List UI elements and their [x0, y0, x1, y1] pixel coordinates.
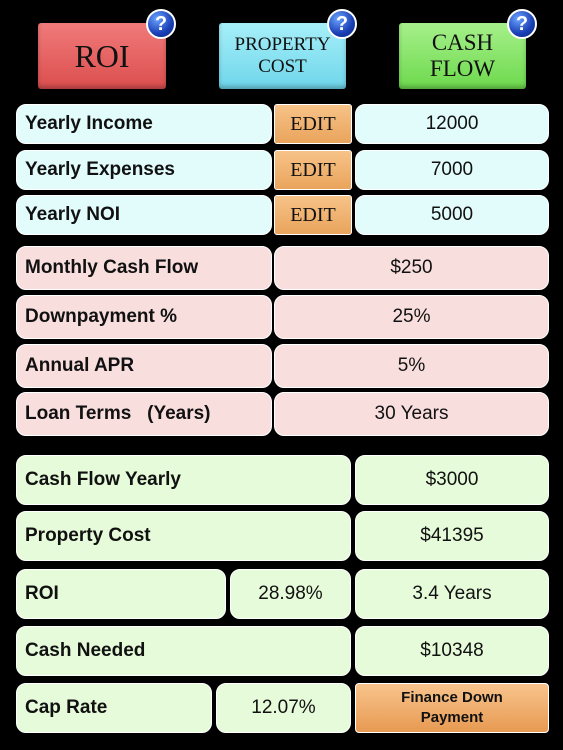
- property-cost-help-icon[interactable]: ?: [327, 9, 357, 39]
- finance-down-payment-button[interactable]: Finance Down Payment: [355, 683, 549, 733]
- annual-apr-label: Annual APR: [16, 344, 272, 388]
- cash-needed-label: Cash Needed: [16, 626, 351, 676]
- cash-flow-help-icon[interactable]: ?: [507, 9, 537, 39]
- monthly-cash-flow-label: Monthly Cash Flow: [16, 246, 272, 290]
- yearly-expenses-label: Yearly Expenses: [16, 150, 272, 190]
- finance-down-payment-label: Finance Down Payment: [401, 689, 503, 726]
- yearly-expenses-value: 7000: [355, 150, 549, 190]
- roi-label: ROI: [16, 569, 226, 619]
- cap-rate-percent: 12.07%: [216, 683, 351, 733]
- cash-flow-yearly-label: Cash Flow Yearly: [16, 455, 351, 505]
- yearly-income-edit-button[interactable]: EDIT: [274, 104, 352, 144]
- cash-flow-tab-button[interactable]: CASH FLOW: [399, 23, 526, 89]
- downpayment-value[interactable]: 25%: [274, 295, 549, 339]
- cap-rate-label: Cap Rate: [16, 683, 212, 733]
- roi-years-value: 3.4 Years: [355, 569, 549, 619]
- yearly-noi-value: 5000: [355, 195, 549, 235]
- loan-terms-value[interactable]: 30 Years: [274, 392, 549, 436]
- roi-help-icon[interactable]: ?: [146, 9, 176, 39]
- property-cost-tab-button[interactable]: PROPERTY COST: [219, 23, 346, 89]
- cash-flow-tab-label: CASH FLOW: [429, 30, 496, 81]
- yearly-noi-edit-button[interactable]: EDIT: [274, 195, 352, 235]
- loan-terms-label: Loan Terms (Years): [16, 392, 272, 436]
- property-cost-label: Property Cost: [16, 511, 351, 561]
- cash-flow-yearly-value: $3000: [355, 455, 549, 505]
- yearly-income-label: Yearly Income: [16, 104, 272, 144]
- downpayment-label: Downpayment %: [16, 295, 272, 339]
- roi-tab-button[interactable]: ROI: [38, 23, 166, 89]
- property-cost-tab-label: PROPERTY COST: [234, 34, 331, 77]
- roi-tab-label: ROI: [74, 37, 130, 74]
- property-cost-value: $41395: [355, 511, 549, 561]
- yearly-expenses-edit-button[interactable]: EDIT: [274, 150, 352, 190]
- cash-needed-value: $10348: [355, 626, 549, 676]
- roi-percent: 28.98%: [230, 569, 351, 619]
- yearly-income-value: 12000: [355, 104, 549, 144]
- annual-apr-value[interactable]: 5%: [274, 344, 549, 388]
- monthly-cash-flow-value[interactable]: $250: [274, 246, 549, 290]
- yearly-noi-label: Yearly NOI: [16, 195, 272, 235]
